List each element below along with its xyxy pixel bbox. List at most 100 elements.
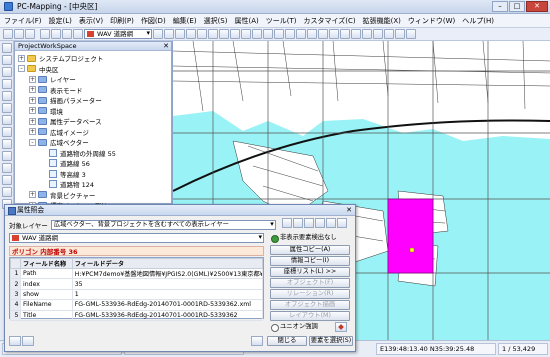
field-name-cell[interactable]: index (20, 278, 73, 290)
tree-item[interactable]: 道路物 124 (15, 179, 171, 190)
menu-extensions[interactable]: 拡張機能(X) (363, 16, 401, 26)
tree-expander-icon[interactable]: + (18, 54, 25, 62)
tree-item[interactable]: + 環境 (15, 106, 171, 117)
pan-icon[interactable] (2, 79, 12, 89)
table-row[interactable]: 3 show 1 (10, 288, 264, 301)
field-name-cell[interactable]: show (20, 288, 73, 301)
pin-icon[interactable] (335, 322, 347, 332)
dialog-close-icon[interactable]: ✕ (346, 205, 352, 216)
table-row[interactable]: 2 index 35 (10, 278, 264, 290)
dialog-tool-icon-1[interactable] (282, 218, 292, 228)
tree-item[interactable]: 道路物の外周線 55 (15, 148, 171, 159)
menu-draw[interactable]: 作図(D) (141, 16, 166, 26)
tree-expander-icon[interactable]: + (29, 75, 36, 83)
tool-icon-14[interactable] (296, 29, 306, 39)
tool-icon-21[interactable] (373, 29, 383, 39)
union-toggle[interactable]: ユニオン強調 (270, 322, 330, 332)
erase-icon[interactable] (2, 151, 12, 161)
minimize-button[interactable]: – (492, 1, 508, 12)
column-header-data[interactable]: フィールドデータ (71, 258, 264, 269)
dialog-small-icon-1[interactable] (9, 336, 21, 346)
tool-icon-22[interactable] (384, 29, 394, 39)
tree-item[interactable]: 道路線 56 (15, 158, 171, 169)
relation-button[interactable]: リレーション(R) (270, 289, 350, 299)
tree-item[interactable]: + レイヤー (15, 74, 171, 85)
menu-tools[interactable]: ツール(T) (266, 16, 297, 26)
field-data-cell[interactable]: H:¥PCM7demo¥基盤地図情報¥JPGIS2.0(GML)¥2500¥13… (71, 267, 264, 280)
menu-attribute[interactable]: 属性(A) (234, 16, 258, 26)
field-name-cell[interactable]: Title (20, 309, 73, 321)
tool-icon-8[interactable] (230, 29, 240, 39)
measure-icon[interactable] (2, 91, 12, 101)
tool-icon-18[interactable] (340, 29, 350, 39)
field-data-cell[interactable]: 1 (71, 288, 264, 301)
field-data-cell[interactable]: 35 (71, 278, 264, 290)
tool-icon-13[interactable] (285, 29, 295, 39)
row-number[interactable]: 5 (10, 309, 21, 321)
maximize-button[interactable]: □ (509, 1, 525, 12)
table-row[interactable]: 5 Title FG-GML-533936-RdEdg-20140701-0001R… (10, 309, 264, 321)
tree-item[interactable]: + 表示モード (15, 85, 171, 96)
dialog-tool-icon-6[interactable] (337, 218, 347, 228)
open-icon[interactable] (14, 29, 24, 39)
pointer-icon[interactable] (2, 43, 12, 53)
menu-customize[interactable]: カスタマイズ(C) (304, 16, 356, 26)
tree-item[interactable]: 等高線 3 (15, 169, 171, 180)
tool-icon-16[interactable] (318, 29, 328, 39)
tree-expander-icon[interactable]: + (29, 191, 36, 199)
row-number[interactable]: 2 (10, 278, 21, 290)
hide-detect-toggle[interactable]: 非表示要素検出なし (270, 233, 350, 243)
tool-icon-23[interactable] (395, 29, 405, 39)
tree-expander-icon[interactable]: - (18, 65, 25, 73)
tree-item[interactable]: + システムプロジェクト (15, 53, 171, 64)
tool-icon-7[interactable] (219, 29, 229, 39)
tool-icon-20[interactable] (362, 29, 372, 39)
tool-icon-15[interactable] (307, 29, 317, 39)
field-data-cell[interactable]: FG-GML-533936-RdEdg-20140701-0001RD-5339… (71, 309, 264, 321)
table-row[interactable]: 4 FileName FG-GML-533936-RdEdg-20140701-00… (10, 299, 264, 311)
tool-icon-11[interactable] (263, 29, 273, 39)
info-copy-button[interactable]: 情報コピー(I) (270, 256, 350, 266)
dialog-tool-icon-4[interactable] (315, 218, 325, 228)
tool-icon-17[interactable] (329, 29, 339, 39)
tree-expander-icon[interactable]: + (29, 128, 36, 136)
tree-item[interactable]: + 属性データベース (15, 116, 171, 127)
row-number[interactable]: 4 (10, 299, 21, 311)
select-element-button[interactable]: 要素を選択(S) (309, 336, 353, 346)
dialog-tool-icon-3[interactable] (304, 218, 314, 228)
dialog-tool-icon-5[interactable] (326, 218, 336, 228)
attribute-copy-button[interactable]: 属性コピー(A) (270, 245, 350, 255)
coordinate-list-button[interactable]: 座標リスト(L) >> (270, 267, 350, 277)
tree-item[interactable]: - 中央区 (15, 64, 171, 75)
tool-icon-6[interactable] (208, 29, 218, 39)
tool-icon-19[interactable] (351, 29, 361, 39)
menu-print[interactable]: 印刷(P) (110, 16, 134, 26)
close-window-button[interactable]: ✕ (526, 1, 548, 12)
object-button[interactable]: オブジェクト(F) (270, 278, 350, 288)
zoom-out-icon[interactable] (2, 67, 12, 77)
tool-icon-9[interactable] (241, 29, 251, 39)
tool-icon-24[interactable] (406, 29, 416, 39)
dialog-small-icon-2[interactable] (22, 336, 34, 346)
field-data-cell[interactable]: FG-GML-533936-RdEdg-20140701-0001RD-5339… (71, 299, 264, 311)
column-header-field[interactable]: フィールド名称 (20, 258, 73, 269)
layout-button[interactable]: レイアウト(M) (270, 311, 350, 321)
print-icon[interactable] (40, 29, 50, 39)
tree-item[interactable]: + 背景ピクチャー (15, 190, 171, 201)
tool-icon-12[interactable] (274, 29, 284, 39)
tree-expander-icon[interactable]: + (29, 117, 36, 125)
field-name-cell[interactable]: FileName (20, 299, 73, 311)
object-draw-button[interactable]: オブジェクト描画 (270, 300, 350, 310)
menu-help[interactable]: ヘルプ(H) (462, 16, 494, 26)
draw-polygon-icon[interactable] (2, 115, 12, 125)
field-name-cell[interactable]: Path (20, 267, 73, 280)
save-icon[interactable] (25, 29, 35, 39)
settings-icon[interactable] (62, 29, 72, 39)
tool-icon-10[interactable] (252, 29, 262, 39)
row-number[interactable]: 1 (10, 267, 21, 280)
tool-icon-1[interactable] (153, 29, 163, 39)
menu-select[interactable]: 選択(S) (204, 16, 228, 26)
tree-expander-icon[interactable]: + (29, 86, 36, 94)
tool-icon-3[interactable] (175, 29, 185, 39)
select-icon[interactable] (2, 139, 12, 149)
